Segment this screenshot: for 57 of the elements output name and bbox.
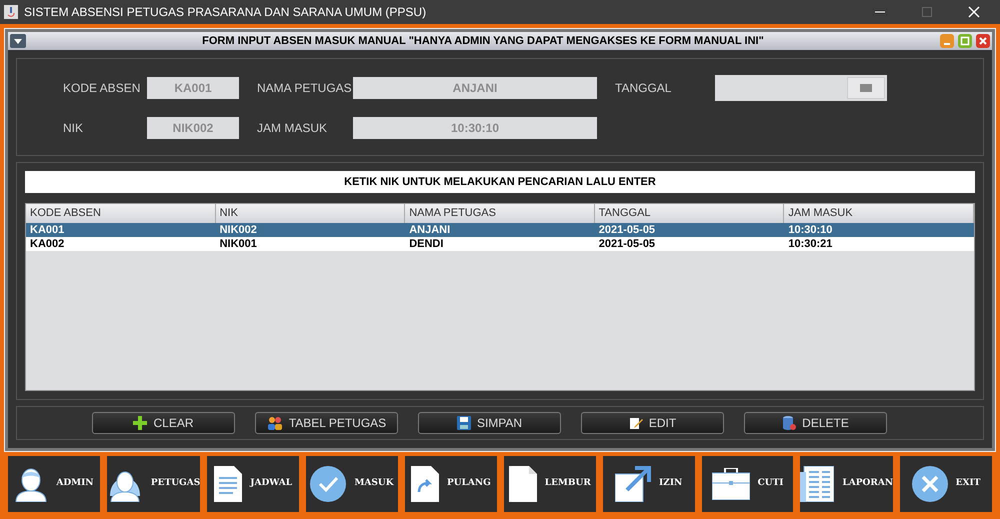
calendar-button[interactable] [847,77,885,99]
date-field[interactable] [715,75,887,101]
field-label: KODE ABSEN [63,80,142,97]
nav-button[interactable]: LEMBUR [504,456,596,512]
nav-button[interactable]: CUTI [702,456,794,512]
field-label: JAM MASUK [257,120,328,137]
nav-button[interactable]: MASUK [306,456,398,512]
nav-button[interactable]: ADMIN [8,456,100,512]
nav-button[interactable]: PULANG [404,456,497,512]
action-button[interactable]: CLEAR [92,412,235,434]
table-row[interactable]: KA002 NIK001 DENDI 2021-05-05 10:30:21 [26,237,974,251]
maximize-icon [922,7,932,17]
table-cell-text: DENDI [408,237,444,251]
field-label: NAMA PETUGAS [257,80,353,97]
action-button[interactable]: EDIT [581,412,724,434]
menu-caret-icon[interactable] [10,34,26,48]
field-label: NIK [63,120,84,137]
search-field[interactable]: KETIK NIK UNTUK MELAKUKAN PENCARIAN LALU ENTER [25,171,975,193]
document-icon [214,466,242,502]
newspaper-icon [800,466,834,502]
table-cell-text: 10:30:10 [787,223,834,237]
maximize-icon[interactable] [958,34,972,48]
table-cell-text: NIK001 [218,237,258,251]
nav-button[interactable]: EXIT [900,456,992,512]
table-cell-text: 2021-05-05 [598,237,656,251]
document-arrow-icon [410,466,439,502]
man-avatar-icon [14,466,48,502]
close-circle-icon [912,466,948,502]
calendar-icon [860,84,872,92]
close-icon[interactable] [976,34,990,48]
table-cell-text: 10:30:21 [787,237,834,251]
action-button[interactable]: TABEL PETUGAS [255,412,398,434]
database-icon [782,415,796,431]
app-icon [4,5,18,19]
nav-button[interactable]: IZIN [602,456,695,512]
frame-title: FORM INPUT ABSEN MASUK MANUAL "HANYA ADMIN YANG DAPAT MENGAKSES KE FORM MANUAL INI" [201,34,765,49]
table-row[interactable]: KA001 NIK002 ANJANI 2021-05-05 10:30:10 [26,223,974,237]
table-cell-text: KA001 [29,223,66,237]
window-title: SISTEM ABSENSI PETUGAS PRASARANA DAN SARANA UMUM (PPSU) [24,4,428,21]
checkmark-circle-icon [310,466,346,502]
field-label: TANGGAL [615,80,672,97]
people-icon [266,416,283,430]
external-arrow-icon [615,466,652,502]
pencil-paper-icon [628,416,643,430]
nav-button[interactable]: PETUGAS [106,456,200,512]
plus-icon [133,416,148,430]
nav-button[interactable]: JADWAL [207,456,300,512]
table-cell-text: KA002 [29,237,66,251]
close-icon[interactable] [968,6,980,18]
action-button[interactable]: DELETE [744,412,887,434]
table-cell-text: ANJANI [408,223,452,237]
table-cell-text: NIK002 [218,223,258,237]
action-button[interactable]: SIMPAN [418,412,561,434]
nav-button[interactable]: LAPORAN [800,456,894,512]
blank-document-icon [508,466,537,502]
briefcase-icon [712,468,750,500]
table-cell-text: 2021-05-05 [598,223,656,237]
